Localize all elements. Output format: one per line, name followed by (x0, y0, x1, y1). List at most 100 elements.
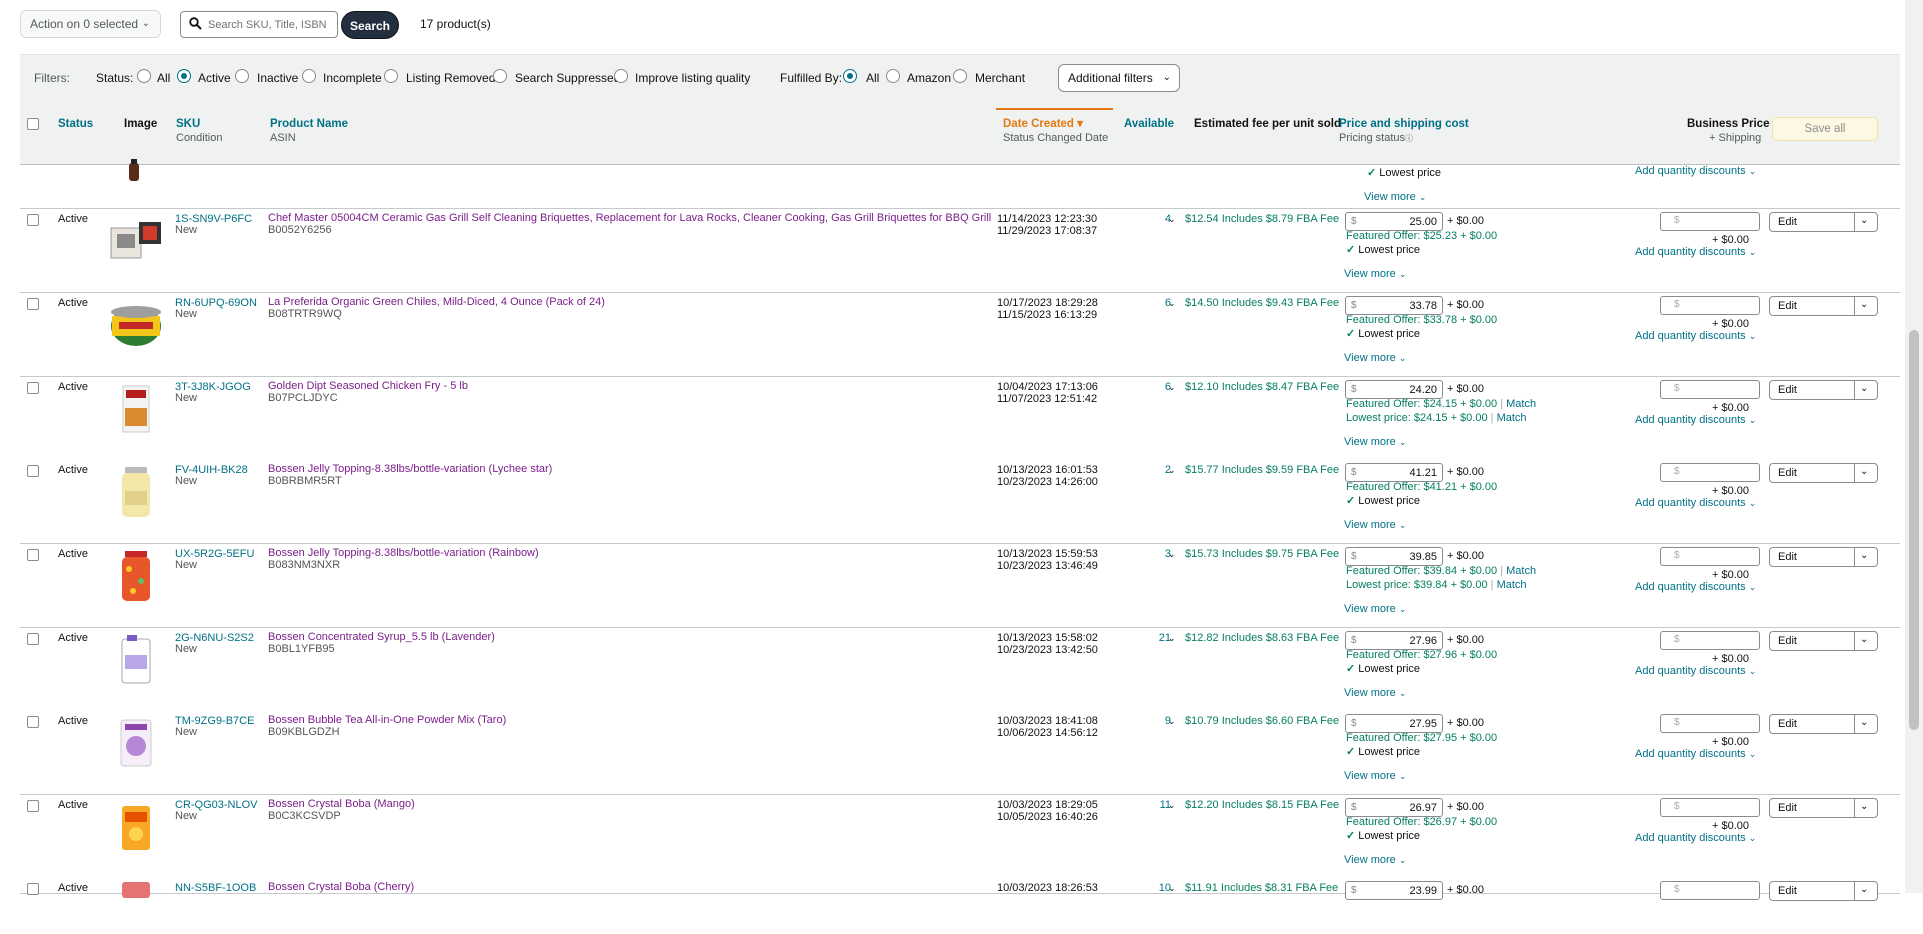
add-quantity-discounts-link[interactable]: Add quantity discounts ⌄ (1635, 246, 1756, 258)
product-image[interactable] (109, 382, 163, 436)
price-input[interactable]: $25.00 (1345, 212, 1443, 231)
status-option-listing-removed[interactable]: Listing Removed (406, 71, 495, 85)
add-quantity-discounts-link[interactable]: Add quantity discounts ⌄ (1635, 748, 1756, 760)
row-checkbox[interactable] (27, 382, 39, 394)
chevron-down-icon[interactable]: ⌄ (1860, 383, 1868, 394)
business-price-input[interactable]: $ (1660, 631, 1760, 650)
price-input[interactable]: $24.20 (1345, 380, 1443, 399)
search-input[interactable] (208, 15, 333, 34)
price-input[interactable]: $27.95 (1345, 714, 1443, 733)
product-image[interactable] (109, 880, 163, 934)
status-option-inactive[interactable]: Inactive (257, 71, 298, 85)
row-product-name[interactable]: Bossen Jelly Topping-8.38lbs/bottle-vari… (268, 463, 552, 475)
chevron-down-icon[interactable]: ⌄ (1168, 297, 1176, 309)
view-more-link[interactable]: View more ⌄ (1344, 770, 1406, 782)
fulfilled-option-amazon[interactable]: Amazon (907, 71, 951, 85)
chevron-down-icon[interactable]: ⌄ (1860, 634, 1868, 645)
row-sku[interactable]: NN-S5BF-1OOB (175, 882, 256, 894)
column-date-created[interactable]: Date Created ▾ (1003, 118, 1083, 131)
product-image[interactable] (109, 716, 163, 770)
status-radio-improve-quality[interactable] (614, 69, 628, 83)
row-checkbox[interactable] (27, 883, 39, 895)
status-radio-inactive[interactable] (235, 69, 249, 83)
business-price-input[interactable]: $ (1660, 380, 1760, 399)
match-button[interactable]: Match (1506, 565, 1536, 577)
edit-button[interactable]: Edit ⌄ (1769, 547, 1878, 567)
row-checkbox[interactable] (27, 465, 39, 477)
fulfilled-radio-merchant[interactable] (953, 69, 967, 83)
save-all-button[interactable]: Save all (1772, 117, 1878, 141)
product-image[interactable] (109, 298, 163, 352)
view-more-link[interactable]: View more ⌄ (1344, 436, 1406, 448)
match-button[interactable]: Match (1497, 579, 1527, 591)
fulfilled-option-all[interactable]: All (866, 71, 879, 85)
fulfilled-option-merchant[interactable]: Merchant (975, 71, 1025, 85)
status-radio-active[interactable] (177, 69, 191, 83)
row-product-name[interactable]: Chef Master 05004CM Ceramic Gas Grill Se… (268, 212, 991, 224)
view-more-link[interactable]: View more ⌄ (1344, 519, 1406, 531)
add-quantity-discounts-link[interactable]: Add quantity discounts ⌄ (1635, 497, 1756, 509)
bulk-action-dropdown[interactable]: Action on 0 selected ⌄ (20, 10, 161, 38)
additional-filters-dropdown[interactable]: Additional filters ⌄ (1058, 64, 1180, 92)
product-image[interactable] (109, 633, 163, 687)
edit-button[interactable]: Edit ⌄ (1769, 296, 1878, 316)
chevron-down-icon[interactable]: ⌄ (1168, 715, 1176, 727)
row-checkbox[interactable] (27, 549, 39, 561)
chevron-down-icon[interactable]: ⌄ (1860, 215, 1868, 226)
edit-button[interactable]: Edit ⌄ (1769, 631, 1878, 651)
add-quantity-discounts-link[interactable]: Add quantity discounts ⌄ (1635, 330, 1756, 342)
row-checkbox[interactable] (27, 298, 39, 310)
product-image[interactable] (109, 549, 163, 603)
price-input[interactable]: $41.21 (1345, 463, 1443, 482)
edit-button[interactable]: Edit ⌄ (1769, 881, 1878, 901)
business-price-input[interactable]: $ (1660, 296, 1760, 315)
row-product-name[interactable]: La Preferida Organic Green Chiles, Mild-… (268, 296, 605, 308)
search-button[interactable]: Search (341, 11, 399, 39)
status-radio-listing-removed[interactable] (384, 69, 398, 83)
chevron-down-icon[interactable]: ⌄ (1168, 381, 1176, 393)
business-price-input[interactable]: $ (1660, 547, 1760, 566)
edit-button[interactable]: Edit ⌄ (1769, 212, 1878, 232)
business-price-input[interactable]: $ (1660, 463, 1760, 482)
business-price-input[interactable]: $ (1660, 798, 1760, 817)
business-price-input[interactable]: $ (1660, 212, 1760, 231)
column-price[interactable]: Price and shipping cost (1339, 118, 1469, 131)
edit-button[interactable]: Edit ⌄ (1769, 380, 1878, 400)
edit-button[interactable]: Edit ⌄ (1769, 714, 1878, 734)
chevron-down-icon[interactable]: ⌄ (1168, 464, 1176, 476)
fulfilled-radio-all[interactable] (843, 69, 857, 83)
column-available[interactable]: Available (1124, 118, 1174, 131)
row-product-name[interactable]: Bossen Concentrated Syrup_5.5 lb (Lavend… (268, 631, 495, 643)
column-sku[interactable]: SKU (176, 118, 200, 131)
price-input[interactable]: $23.99 (1345, 881, 1443, 900)
row-checkbox[interactable] (27, 633, 39, 645)
row-product-name[interactable]: Bossen Crystal Boba (Cherry) (268, 881, 414, 893)
chevron-down-icon[interactable]: ⌄ (1860, 299, 1868, 310)
column-product-name[interactable]: Product Name (270, 118, 348, 131)
status-option-active[interactable]: Active (198, 71, 231, 85)
chevron-down-icon[interactable]: ⌄ (1860, 884, 1868, 895)
row-checkbox[interactable] (27, 716, 39, 728)
product-image[interactable] (109, 800, 163, 854)
add-quantity-discounts-link[interactable]: Add quantity discounts ⌄ (1635, 414, 1756, 426)
match-button[interactable]: Match (1497, 412, 1527, 424)
status-option-search-suppressed[interactable]: Search Suppressed (515, 71, 620, 85)
view-more-link[interactable]: View more ⌄ (1344, 603, 1406, 615)
chevron-down-icon[interactable]: ⌄ (1860, 801, 1868, 812)
edit-button[interactable]: Edit ⌄ (1769, 463, 1878, 483)
status-option-all[interactable]: All (157, 71, 170, 85)
row-checkbox[interactable] (27, 800, 39, 812)
product-image[interactable] (109, 214, 163, 268)
edit-button[interactable]: Edit ⌄ (1769, 798, 1878, 818)
add-quantity-discounts-link[interactable]: Add quantity discounts ⌄ (1635, 581, 1756, 593)
chevron-down-icon[interactable]: ⌄ (1168, 882, 1176, 894)
view-more-link[interactable]: View more ⌄ (1344, 854, 1406, 866)
business-price-input[interactable]: $ (1660, 714, 1760, 733)
chevron-down-icon[interactable]: ⌄ (1168, 213, 1176, 225)
price-input[interactable]: $39.85 (1345, 547, 1443, 566)
add-quantity-discounts-link[interactable]: Add quantity discounts ⌄ (1635, 165, 1756, 177)
row-product-name[interactable]: Bossen Crystal Boba (Mango) (268, 798, 415, 810)
scrollbar-thumb[interactable] (1909, 330, 1919, 730)
price-input[interactable]: $33.78 (1345, 296, 1443, 315)
vertical-scrollbar[interactable] (1905, 0, 1923, 893)
